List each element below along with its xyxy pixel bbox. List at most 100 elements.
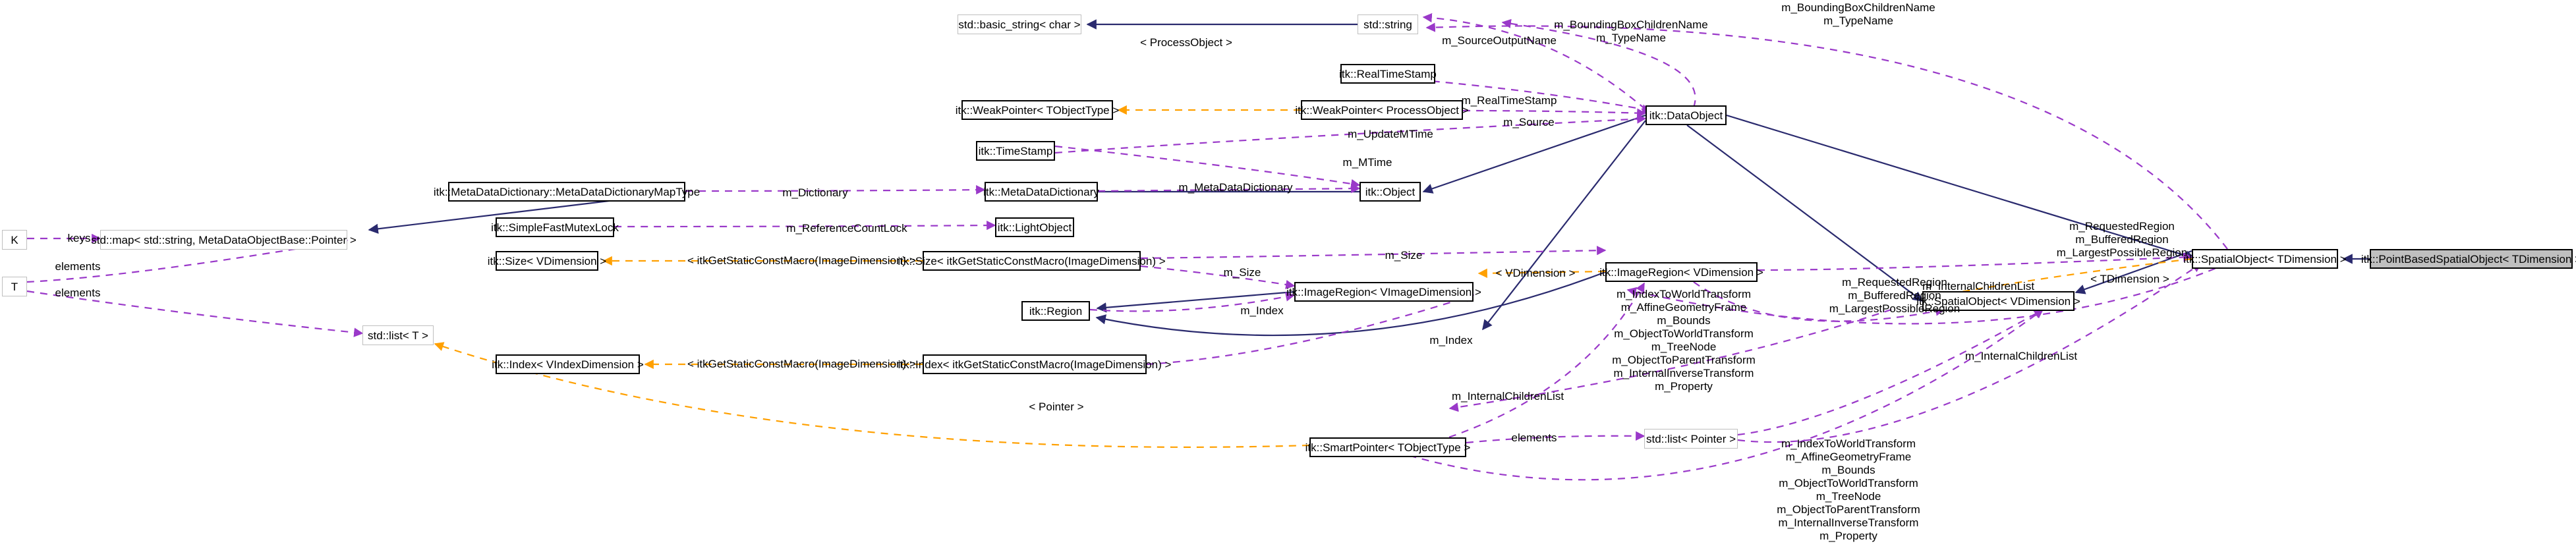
class-node-std_list_pointer[interactable]: std::list< Pointer > [1644, 429, 1738, 449]
edge-label-lbl_tdimension: < TDimension > [2080, 273, 2179, 285]
edge-label-lbl_updatemtime: m_UpdateMTime [1338, 128, 1443, 140]
edge-label-lbl_size_right: m_Size [1377, 249, 1430, 262]
edge-label-line: m_InternalChildrenList [1451, 390, 1564, 402]
edge-label-line: m_Bounds [1657, 314, 1711, 327]
edge-label-lbl_props_center: m_IndexToWorldTransform m_AffineGeometryF… [1598, 288, 1769, 393]
edge-label-lbl_sourceoutputname: m_SourceOutputName [1440, 34, 1559, 47]
edge-label-lbl_referencecountlock: m_ReferenceCountLock [778, 222, 916, 235]
edge-label-lbl_index_upper: m_Index [1232, 304, 1292, 317]
class-node-mdd_maptype[interactable]: itk::MetaDataDictionary::MetaDataDiction… [434, 182, 700, 202]
edge-label-line: m_MTime [1342, 156, 1392, 169]
class-node-label: itk::PointBasedSpatialObject< TDimension… [2361, 252, 2576, 265]
edge-label-line: m_ObjectToParentTransform [1612, 354, 1756, 366]
class-node-label: K [11, 233, 18, 246]
edge-label-lbl_regions_far: m_RequestedRegion m_BufferedRegion m_Large… [2036, 220, 2208, 260]
class-node-label: itk::MetaDataDictionary [983, 185, 1099, 198]
edge-label-line: m_BufferedRegion [2075, 233, 2169, 246]
class-node-label: itk::WeakPointer< ProcessObject > [1295, 103, 1469, 117]
class-node-spatialobject_tdim[interactable]: itk::SpatialObject< TDimension > [2183, 249, 2347, 269]
class-node-basic_string[interactable]: std::basic_string< char > [958, 14, 1081, 34]
edge-label-line: < TDimension > [2090, 273, 2169, 285]
edge-label-line: m_Property [1655, 380, 1713, 393]
edge-label-line: elements [55, 287, 101, 299]
class-node-label: std::basic_string< char > [958, 18, 1081, 31]
class-node-label: itk::TimeStamp [978, 144, 1053, 157]
edge-label-line: m_ObjectToParentTransform [1777, 503, 1920, 516]
class-node-index_macro[interactable]: itk::Index< itkGetStaticConstMacro(Image… [898, 354, 1171, 374]
edge-label-line: m_Size [1385, 249, 1423, 262]
class-node-label: itk::WeakPointer< TObjectType > [955, 103, 1120, 117]
class-node-size_vdim[interactable]: itk::Size< VDimension > [488, 251, 606, 271]
edge-label-line: m_LargestPossibleRegion [2056, 246, 2188, 259]
edge-label-lbl_elements_3: elements [1501, 431, 1567, 444]
class-node-label: itk::RealTimeStamp [1339, 67, 1437, 80]
edge-label-line: m_TreeNode [1651, 341, 1717, 353]
class-node-weakptr_process[interactable]: itk::WeakPointer< ProcessObject > [1295, 100, 1469, 120]
class-node-weakptr_tobj[interactable]: itk::WeakPointer< TObjectType > [956, 100, 1119, 120]
usage-edges [26, 13, 2228, 481]
class-node-realtimestamp[interactable]: itk::RealTimeStamp [1339, 64, 1437, 84]
edge-label-lbl_internalchildren_2: m_InternalChildrenList [1952, 350, 2090, 362]
class-node-std_string[interactable]: std::string [1358, 14, 1418, 34]
edge-label-line: < VDimension > [1495, 267, 1576, 279]
class-node-label: itk::Size< itkGetStaticConstMacro(ImageD… [898, 254, 1166, 267]
class-node-label: itk::SpatialObject< TDimension > [2183, 252, 2347, 265]
class-node-lightobject[interactable]: itk::LightObject [995, 217, 1074, 237]
class-node-metadatadictionary[interactable]: itk::MetaDataDictionary [983, 182, 1099, 202]
class-node-dataobject[interactable]: itk::DataObject [1646, 105, 1727, 125]
edge-label-line: m_RequestedRegion [2069, 220, 2175, 233]
edge-label-lbl_props_right: m_IndexToWorldTransform m_AffineGeometryF… [1763, 437, 1934, 543]
class-node-size_macro[interactable]: itk::Size< itkGetStaticConstMacro(ImageD… [898, 251, 1166, 271]
class-node-label: itk::LightObject [997, 221, 1072, 234]
edge-label-line: m_ObjectToWorldTransform [1779, 477, 1918, 489]
class-node-t_box[interactable]: T [2, 277, 27, 296]
edge-label-line: m_Index [1240, 304, 1284, 317]
edge-label-line: m_LargestPossibleRegion [1829, 302, 1961, 315]
class-node-label: itk::Index< VIndexDimension > [492, 358, 644, 371]
class-node-smartpointer[interactable]: itk::SmartPointer< TObjectType > [1305, 437, 1470, 457]
class-node-timestamp[interactable]: itk::TimeStamp [976, 141, 1055, 161]
class-node-itk_object[interactable]: itk::Object [1360, 182, 1421, 202]
class-node-map_keyvalue[interactable]: std::map< std::string, MetaDataObjectBas… [91, 230, 357, 250]
edge-label-line: m_RealTimeStamp [1461, 94, 1557, 107]
edge-label-line: m_UpdateMTime [1348, 128, 1433, 140]
edge-label-lbl_internalchildren_1: m_InternalChildrenList [1439, 390, 1577, 402]
edge-label-line: m_BoundingBoxChildrenName [1781, 1, 1935, 14]
class-node-label: itk::Index< itkGetStaticConstMacro(Image… [898, 358, 1172, 371]
class-node-label: itk::SmartPointer< TObjectType > [1305, 441, 1471, 454]
edge-label-line: m_InternalChildrenList [1964, 350, 2078, 362]
edge-label-line: m_IndexToWorldTransform [1616, 288, 1752, 300]
edge-label-line: m_Size [1223, 266, 1261, 279]
edge-label-lbl_dictionary: m_Dictionary [772, 186, 858, 199]
class-node-region[interactable]: itk::Region [1021, 301, 1090, 321]
edge-label-line: m_InternalInverseTransform [1778, 516, 1919, 529]
class-node-imageregion_vimgdim[interactable]: itk::ImageRegion< VImageDimension > [1286, 282, 1481, 302]
edge-label-lbl_vdimension: < VDimension > [1486, 267, 1585, 279]
edge-label-lbl_realtimestamp: m_RealTimeStamp [1456, 94, 1562, 107]
edge-layer [26, 13, 2370, 481]
class-node-label: std::string [1363, 18, 1412, 31]
edge-label-line: m_Source [1503, 116, 1555, 128]
class-node-label: itk::Region [1029, 304, 1083, 318]
class-node-std_list_t[interactable]: std::list< T > [362, 325, 434, 345]
edge-label-line: m_Dictionary [782, 186, 848, 199]
class-node-imageregion_vdim[interactable]: itk::ImageRegion< VDimension > [1599, 262, 1763, 282]
edge-label-lbl_elements_2: elements [45, 287, 111, 299]
class-node-index_vindexdim[interactable]: itk::Index< VIndexDimension > [492, 354, 644, 374]
edge-label-line: elements [1511, 431, 1557, 444]
class-node-pointbased[interactable]: itk::PointBasedSpatialObject< TDimension… [2361, 249, 2576, 269]
class-node-label: std::list< T > [368, 329, 428, 342]
class-node-label: itk::MetaDataDictionary::MetaDataDiction… [433, 185, 701, 198]
edge-label-lbl_bbcn_typename_far: m_BoundingBoxChildrenName m_TypeName [1750, 1, 1967, 28]
collaboration-diagram-canvas: std::basic_string< char > std::stringitk:… [0, 0, 2576, 554]
edge-label-line: m_ReferenceCountLock [786, 222, 907, 235]
class-node-label: itk::SimpleFastMutexLock [491, 221, 619, 234]
edge-label-line: m_TypeName [1823, 14, 1893, 27]
edge-label-line: m_ObjectToWorldTransform [1614, 327, 1754, 340]
edge-label-lbl_keys: keys [59, 232, 99, 244]
edge-label-lbl_processobject: < ProcessObject > [1133, 36, 1239, 49]
edge-label-line: m_MetaDataDictionary [1178, 181, 1293, 194]
class-node-simplefastmutex[interactable]: itk::SimpleFastMutexLock [491, 217, 619, 237]
edge-label-line: m_IndexToWorldTransform [1781, 437, 1916, 450]
class-node-k_box[interactable]: K [2, 230, 27, 250]
